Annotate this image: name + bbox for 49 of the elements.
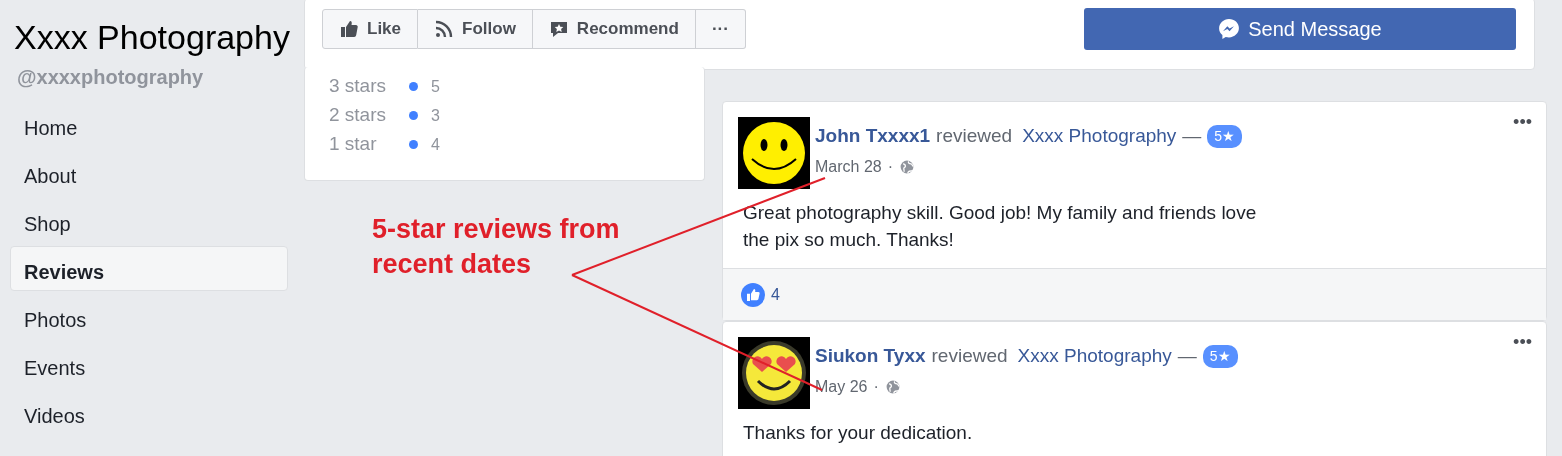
separator-dot: · [873, 376, 879, 397]
reviewed-text: reviewed [936, 124, 1013, 148]
more-button[interactable]: ··· [695, 9, 746, 49]
sidebar-item[interactable]: Photos [10, 294, 288, 339]
page-link[interactable]: Xxxx Photography [1022, 122, 1177, 151]
rating-count: 4 [431, 134, 440, 155]
rating-badge: 5★ [1202, 344, 1238, 368]
speech-bubble-icon [548, 19, 569, 39]
sidebar-item[interactable]: About [10, 150, 288, 195]
page-title: Xxxx Photography [14, 17, 288, 58]
like-count[interactable]: 4 [771, 282, 780, 307]
separator-dot: · [887, 156, 894, 177]
annotation-text: 5-star reviews from recent dates [372, 213, 621, 281]
rating-label: 3 stars [329, 74, 388, 99]
rating-label: 2 stars [329, 103, 388, 128]
heart-eyes-avatar [738, 337, 810, 409]
sidebar-item[interactable]: Events [10, 342, 288, 387]
rating-count: 5 [431, 76, 440, 97]
like-reaction-icon [741, 282, 765, 307]
dash-text: — [1177, 344, 1197, 368]
reviewed-text: reviewed [931, 344, 1008, 368]
review-text: Thanks for your dedication. [742, 421, 974, 445]
rating-badge: 5★ [1207, 124, 1243, 148]
page-handle: @xxxxphotography [17, 65, 205, 90]
author-link[interactable]: Siukon Tyxx [815, 342, 926, 371]
rating-label: 1 star [329, 132, 378, 157]
recommend-button[interactable]: Recommend [532, 9, 696, 49]
sidebar-item[interactable]: Videos [10, 390, 288, 435]
review-date[interactable]: March 28 [815, 154, 882, 179]
review-date[interactable]: May 26 [815, 374, 868, 399]
follow-button[interactable]: Follow [418, 9, 533, 49]
sidebar-item[interactable]: Shop [10, 198, 288, 243]
send-message-button[interactable]: Send Message [1084, 8, 1516, 50]
globe-icon [884, 378, 901, 395]
rss-icon [434, 19, 455, 39]
sidebar-item[interactable]: Reviews [10, 246, 288, 291]
page-link[interactable]: Xxxx Photography [1017, 342, 1172, 371]
sidebar-item[interactable]: Home [10, 102, 288, 147]
more-options-button[interactable]: ••• [1513, 112, 1532, 132]
smiley-avatar [738, 117, 810, 189]
review-text: Great photography skill. Good job! My family and friends love the pix so much. Thanks! [742, 201, 1258, 252]
more-options-button[interactable]: ••• [1513, 332, 1532, 352]
like-button[interactable]: Like [322, 9, 419, 49]
globe-icon [899, 158, 916, 175]
rating-count: 3 [431, 105, 440, 126]
author-link[interactable]: John Txxxx1 [815, 122, 931, 151]
messenger-icon [1218, 18, 1241, 40]
thumbs-up-icon [339, 19, 359, 39]
dash-text: — [1182, 124, 1202, 148]
